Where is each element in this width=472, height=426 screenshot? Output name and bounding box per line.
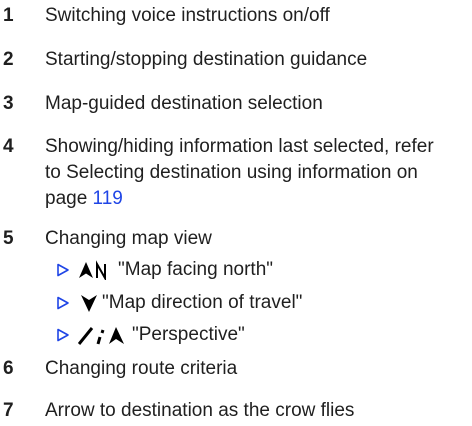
perspective-icon [78,327,124,345]
item-number: 2 [3,49,14,70]
item-text: Changing map view [45,228,212,249]
item-text: Switching voice instructions on/off [45,5,330,26]
item-number: 5 [3,228,14,249]
sub-list-item: "Perspective" [56,322,456,348]
triangle-bullet-icon [57,296,69,310]
item-number: 7 [3,400,14,421]
item-text: Starting/stopping destination guidance [45,49,368,70]
sub-list-item: "Map direction of travel" [56,290,456,316]
triangle-bullet-icon [57,263,69,277]
item-number: 3 [3,93,14,114]
map-view-label: "Map facing north" [118,259,274,280]
map-direction-of-travel-icon [81,295,97,312]
item-text: Arrow to destination as the crow flies [45,400,355,421]
item-text: Map-guided destination selection [45,93,323,114]
map-view-label: "Perspective" [132,324,245,345]
page-reference-link[interactable]: 119 [93,188,123,209]
map-view-label: "Map direction of travel" [102,292,303,313]
item-number: 4 [3,136,14,157]
map-north-icon [79,260,106,280]
sub-list-item: "Map facing north" [56,257,456,283]
item-text: Changing route criteria [45,358,238,379]
item-number: 1 [3,5,14,26]
item-text-multiline: Showing/hiding information last selected… [45,134,450,212]
instruction-list: 1 Switching voice instructions on/off 2 … [0,0,472,426]
triangle-bullet-icon [57,328,69,342]
item-number: 6 [3,358,14,379]
